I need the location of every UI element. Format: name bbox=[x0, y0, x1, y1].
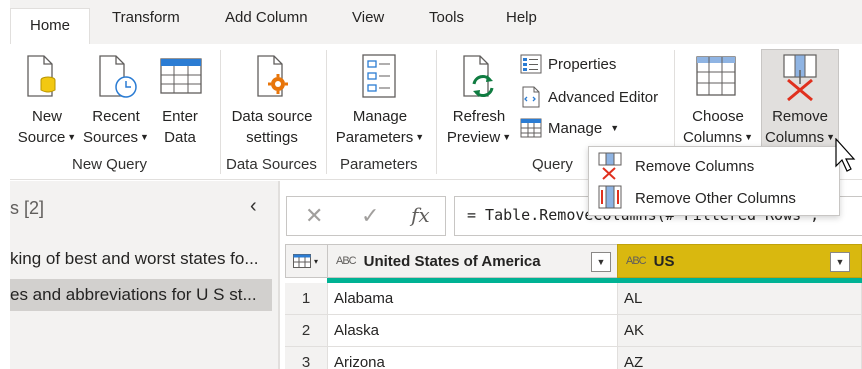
group-label-new-query: New Query bbox=[72, 156, 148, 173]
queries-panel-title: s [2] bbox=[10, 198, 45, 218]
new-source-label-2: Source bbox=[17, 129, 66, 146]
new-source-label-1: New bbox=[31, 108, 62, 125]
chevron-down-icon: ▾ bbox=[314, 256, 319, 266]
row-number: 3 bbox=[285, 347, 328, 369]
commit-formula-icon[interactable]: ✓ bbox=[361, 203, 379, 229]
ribbon-tab-bar: Home Transform Add Column View Tools Hel… bbox=[10, 0, 862, 44]
group-divider bbox=[436, 50, 437, 174]
advanced-editor-icon bbox=[522, 86, 540, 108]
group-label-data-sources: Data Sources bbox=[226, 156, 317, 173]
tab-tools[interactable]: Tools bbox=[429, 9, 464, 26]
properties-label: Properties bbox=[548, 55, 617, 73]
queries-panel: s [2] ‹ king of best and worst states fo… bbox=[10, 181, 278, 369]
data-source-settings-label-1: Data source bbox=[231, 108, 313, 125]
cancel-formula-icon[interactable]: ✕ bbox=[305, 203, 323, 229]
chevron-down-icon: ▼ bbox=[826, 132, 836, 142]
advanced-editor-button[interactable]: Advanced Editor bbox=[520, 86, 658, 108]
data-source-settings-label-2: settings bbox=[246, 129, 298, 146]
column-header-label: United States of America bbox=[363, 252, 541, 270]
remove-columns-button[interactable]: Remove Columns ▼ bbox=[761, 49, 839, 147]
table-cell[interactable]: AK bbox=[618, 315, 862, 347]
tab-view[interactable]: View bbox=[352, 9, 384, 26]
table-cell[interactable]: Alabama bbox=[328, 283, 618, 315]
data-source-settings-icon bbox=[257, 55, 288, 97]
group-label-query: Query bbox=[532, 156, 573, 173]
remove-columns-label-1: Remove bbox=[772, 108, 828, 125]
mouse-cursor-icon bbox=[835, 138, 856, 172]
table-cell[interactable]: AZ bbox=[618, 347, 862, 369]
manage-parameters-label-2: Parameters bbox=[335, 129, 414, 146]
remove-columns-dropdown: Remove Columns Remove Other Columns bbox=[588, 146, 840, 216]
menu-item-remove-columns-label: Remove Columns bbox=[635, 157, 755, 175]
refresh-icon bbox=[463, 55, 494, 97]
recent-sources-label-1: Recent bbox=[92, 108, 140, 125]
column-header-us[interactable]: ABC US ▼ bbox=[617, 244, 862, 278]
refresh-preview-label-2: Preview bbox=[446, 129, 501, 146]
new-source-icon bbox=[27, 55, 56, 97]
row-number: 2 bbox=[285, 315, 328, 347]
choose-columns-label-1: Choose bbox=[692, 108, 744, 125]
table-corner-menu[interactable]: ▾ bbox=[285, 244, 328, 278]
manage-parameters-label-1: Manage bbox=[352, 108, 408, 125]
remove-other-columns-icon bbox=[597, 184, 631, 212]
chevron-down-icon: ▼ bbox=[610, 123, 620, 133]
chevron-down-icon: ▼ bbox=[67, 132, 77, 142]
tab-home[interactable]: Home bbox=[10, 8, 90, 44]
manage-label: Manage bbox=[548, 119, 603, 137]
tab-transform[interactable]: Transform bbox=[112, 9, 180, 26]
enter-data-label-1: Enter bbox=[162, 108, 198, 125]
row-number: 1 bbox=[285, 283, 328, 315]
choose-columns-icon bbox=[696, 56, 736, 96]
group-divider bbox=[326, 50, 327, 174]
chevron-down-icon: ▼ bbox=[415, 132, 425, 142]
query-list-item-selected[interactable]: es and abbreviations for U S st... bbox=[10, 279, 272, 311]
text-type-icon[interactable]: ABC bbox=[626, 255, 647, 267]
chevron-down-icon: ▼ bbox=[140, 132, 149, 142]
panel-divider bbox=[278, 181, 280, 369]
table-menu-icon bbox=[293, 254, 311, 268]
manage-button[interactable]: Manage ▼ bbox=[520, 118, 619, 138]
menu-item-remove-columns[interactable]: Remove Columns bbox=[589, 150, 839, 182]
column-filter-dropdown-icon[interactable]: ▼ bbox=[591, 252, 611, 272]
properties-icon bbox=[520, 54, 542, 74]
column-filter-dropdown-icon[interactable]: ▼ bbox=[830, 252, 850, 272]
table-cell[interactable]: Alaska bbox=[328, 315, 618, 347]
query-list-item[interactable]: king of best and worst states fo... bbox=[10, 243, 272, 275]
recent-sources-label-2: Sources bbox=[83, 129, 139, 146]
advanced-editor-label: Advanced Editor bbox=[548, 88, 659, 106]
group-divider bbox=[220, 50, 221, 174]
table-cell[interactable]: AL bbox=[618, 283, 862, 315]
formula-bar-buttons: ✕ ✓ fx bbox=[286, 196, 446, 236]
chevron-down-icon: ▼ bbox=[744, 132, 754, 142]
remove-columns-icon bbox=[783, 54, 817, 102]
data-grid: ▾ ABC United States of America ▼ ABC US … bbox=[285, 244, 862, 369]
column-header-label: US bbox=[653, 252, 675, 270]
recent-sources-icon bbox=[99, 55, 137, 98]
collapse-panel-chevron-left-icon[interactable]: ‹ bbox=[250, 195, 257, 218]
menu-item-remove-other-columns-label: Remove Other Columns bbox=[635, 189, 796, 207]
fx-icon[interactable]: fx bbox=[411, 203, 430, 227]
menu-item-remove-other-columns[interactable]: Remove Other Columns bbox=[589, 182, 839, 214]
refresh-preview-label-1: Refresh bbox=[452, 108, 506, 125]
chevron-down-icon: ▼ bbox=[502, 132, 512, 142]
choose-columns-label-2: Columns bbox=[682, 129, 743, 146]
remove-columns-label-2: Columns bbox=[764, 129, 825, 146]
parameters-icon bbox=[362, 54, 396, 98]
group-label-parameters: Parameters bbox=[340, 156, 418, 173]
table-icon bbox=[160, 58, 202, 94]
tab-add-column[interactable]: Add Column bbox=[225, 9, 308, 26]
tab-help[interactable]: Help bbox=[506, 9, 537, 26]
manage-table-icon bbox=[520, 118, 542, 138]
column-header-united-states[interactable]: ABC United States of America ▼ bbox=[327, 244, 618, 278]
remove-columns-small-icon bbox=[597, 152, 631, 180]
table-cell[interactable]: Arizona bbox=[328, 347, 618, 369]
text-type-icon[interactable]: ABC bbox=[336, 255, 357, 267]
enter-data-label-2: Data bbox=[164, 129, 196, 146]
properties-button[interactable]: Properties bbox=[520, 54, 616, 74]
